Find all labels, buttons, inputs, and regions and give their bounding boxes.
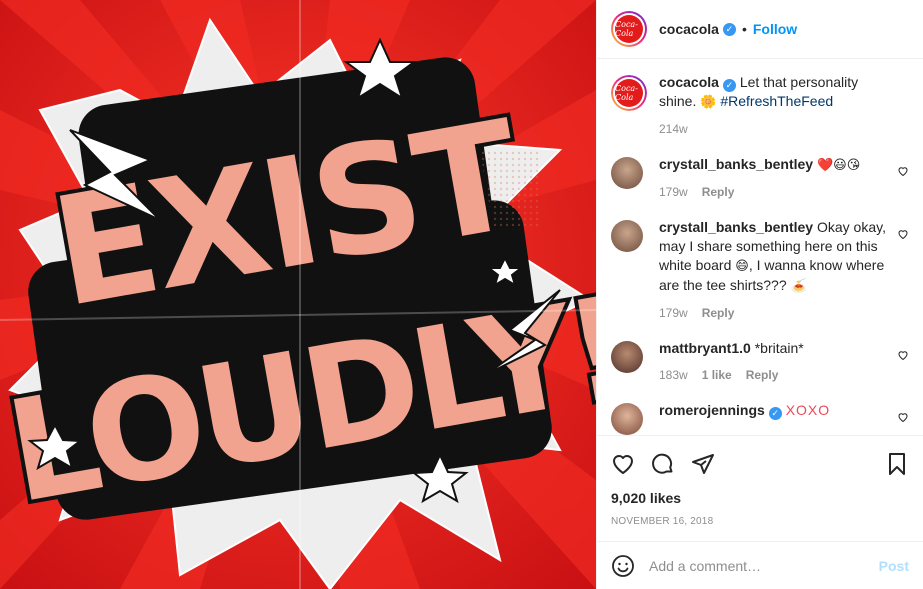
post-actions: 9,020 likes NOVEMBER 16, 2018 [597, 435, 923, 527]
avatar[interactable]: Coca-Cola [611, 75, 647, 111]
food-emoji: 🍝 [790, 279, 807, 294]
caption: Coca-Cola cocacola ✓ Let that personality… [611, 73, 909, 139]
coca-cola-logo-icon: Coca-Cola [615, 79, 643, 107]
flower-emoji: 🌼 [700, 95, 717, 110]
post-comment-button[interactable]: Post [879, 558, 909, 574]
comment-username[interactable]: mattbryant1.0 [659, 340, 751, 356]
caption-time[interactable]: 214w [659, 120, 688, 139]
post-username[interactable]: cocacola [659, 21, 719, 37]
follow-button[interactable]: Follow [753, 21, 797, 37]
avatar[interactable] [611, 341, 643, 373]
comment-item: crystall_banks_bentley ❤️😃😘 179w Reply [611, 155, 909, 202]
verified-badge-icon: ✓ [722, 79, 736, 92]
reply-button[interactable]: Reply [702, 183, 735, 202]
reply-button[interactable]: Reply [702, 304, 735, 323]
verified-badge-icon: ✓ [768, 407, 782, 420]
reply-button[interactable]: Reply [746, 366, 779, 385]
exist-loudly-artwork: EXIST LOUDLY! [0, 0, 596, 589]
comment-likes[interactable]: 1 like [702, 366, 732, 385]
avatar[interactable] [611, 403, 643, 435]
post-header: Coca-Cola cocacola ✓ • Follow [597, 0, 923, 59]
verified-badge-icon: ✓ [722, 22, 736, 36]
avatar[interactable] [611, 157, 643, 189]
comment-text: *britain* [754, 340, 804, 356]
separator-dot: • [741, 21, 747, 37]
comment-time[interactable]: 179w [659, 183, 688, 202]
comment-item: mattbryant1.0 *britain* 183w 1 like Repl… [611, 339, 909, 385]
caption-username[interactable]: cocacola [659, 74, 719, 90]
comment-emoji: ❤️😃😘 [816, 158, 861, 173]
comment-time[interactable]: 179w [659, 304, 688, 323]
coca-cola-logo-icon: Coca-Cola [615, 15, 643, 43]
comment-username[interactable]: crystall_banks_bentley [659, 219, 813, 235]
like-comment-heart-icon[interactable] [897, 165, 909, 177]
comments-list[interactable]: Coca-Cola cocacola ✓ Let that personality… [597, 59, 923, 435]
avatar[interactable]: Coca-Cola [611, 11, 647, 47]
comment-icon[interactable] [651, 452, 675, 476]
post-image[interactable]: EXIST LOUDLY! [0, 0, 596, 589]
paper-plane-icon[interactable] [691, 452, 715, 476]
comment-item: crystall_banks_bentley Okay okay, may I … [611, 218, 909, 323]
post-container: EXIST LOUDLY! Coca-Cola cocacola ✓ • Fol… [0, 0, 923, 589]
comment-username[interactable]: romerojennings [659, 402, 765, 418]
like-comment-heart-icon[interactable] [897, 411, 909, 423]
heart-icon[interactable] [611, 452, 635, 476]
like-comment-heart-icon[interactable] [897, 228, 909, 240]
grin-emoji: 😄 [735, 259, 749, 274]
comment-time[interactable]: 183w [659, 366, 688, 385]
add-comment-bar: Post [597, 541, 923, 589]
smiley-icon[interactable] [611, 554, 635, 578]
comment-text: XOXO [785, 402, 831, 418]
comment-input[interactable] [649, 557, 879, 574]
likes-count[interactable]: 9,020 likes [611, 490, 909, 506]
hashtag-link[interactable]: #RefreshTheFeed [720, 93, 833, 109]
comment-item: romerojennings ✓ XOXO [611, 401, 909, 435]
comment-username[interactable]: crystall_banks_bentley [659, 156, 813, 172]
like-comment-heart-icon[interactable] [897, 349, 909, 361]
post-side-panel: Coca-Cola cocacola ✓ • Follow Coca-Cola … [596, 0, 923, 589]
post-date[interactable]: NOVEMBER 16, 2018 [611, 516, 909, 527]
avatar[interactable] [611, 220, 643, 252]
bookmark-icon[interactable] [885, 452, 909, 476]
